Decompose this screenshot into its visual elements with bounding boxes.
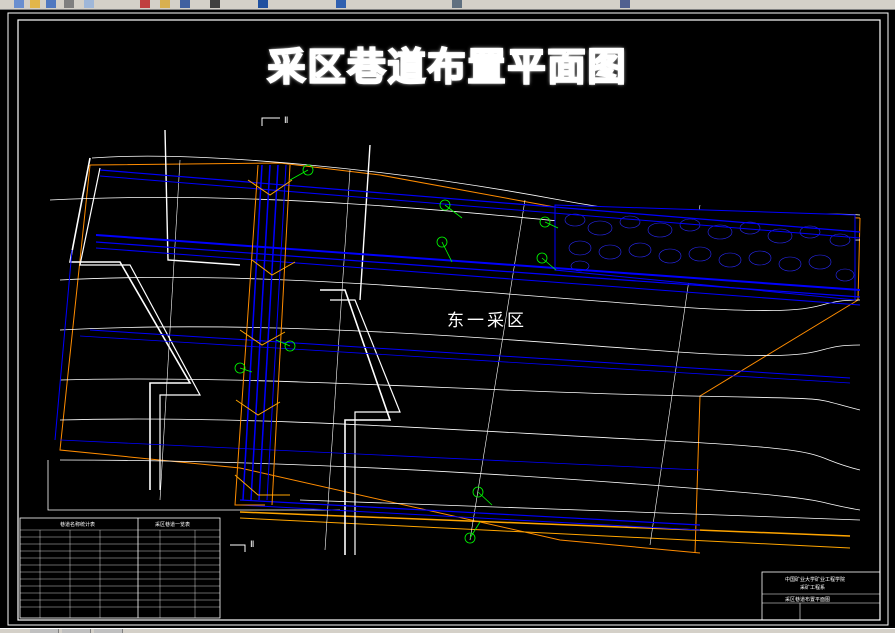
exploration-line [324,169,351,551]
title-block-line2: 采矿工程系 [800,585,826,591]
tab-layout1[interactable] [62,629,91,633]
boundary-top [89,162,861,219]
section-label-bottom: Ⅱ [250,540,255,550]
tab-model[interactable] [30,629,59,633]
shaft-junctions [234,179,296,496]
paste-icon[interactable] [160,0,170,8]
print-icon[interactable] [64,0,74,8]
redo-icon[interactable] [210,0,220,8]
mining-area-label: 东一采区 [447,311,527,331]
drawing-title: 采区巷道布置平面图 [266,44,628,90]
title-block-drawing-name: 采区巷道布置平面图 [785,597,831,603]
undo-icon[interactable] [180,0,190,8]
section-label-top: Ⅱ [284,116,289,126]
exploration-line [469,199,526,541]
tab-layout2[interactable] [94,629,123,633]
new-file-icon[interactable] [14,0,24,8]
status-bar [0,628,895,633]
contour-line [91,155,861,218]
exploration-line [159,159,181,501]
properties-icon[interactable] [452,0,462,8]
section-marker-top [261,117,280,126]
contour-line [59,459,861,511]
contour-line [59,326,861,356]
fault-line [359,144,371,301]
orange-roadway [239,511,851,537]
fault-line [69,157,192,490]
title-block-line1: 中国矿业大学矿业工程学院 [785,577,846,583]
green-annotations [234,164,559,544]
zoom-icon[interactable] [258,0,268,8]
stats-table-frame [19,517,221,619]
right-table-title: 采区巷道一览表 [155,522,191,528]
left-table-title: 巷道名称统计表 [60,522,96,528]
section-marker-bottom [230,544,246,552]
table-grid [20,529,220,618]
open-icon[interactable] [30,0,40,8]
copy-icon[interactable] [140,0,150,8]
layers-icon[interactable] [620,0,630,8]
cut-icon[interactable] [84,0,94,8]
pan-icon[interactable] [336,0,346,8]
save-icon[interactable] [46,0,56,8]
